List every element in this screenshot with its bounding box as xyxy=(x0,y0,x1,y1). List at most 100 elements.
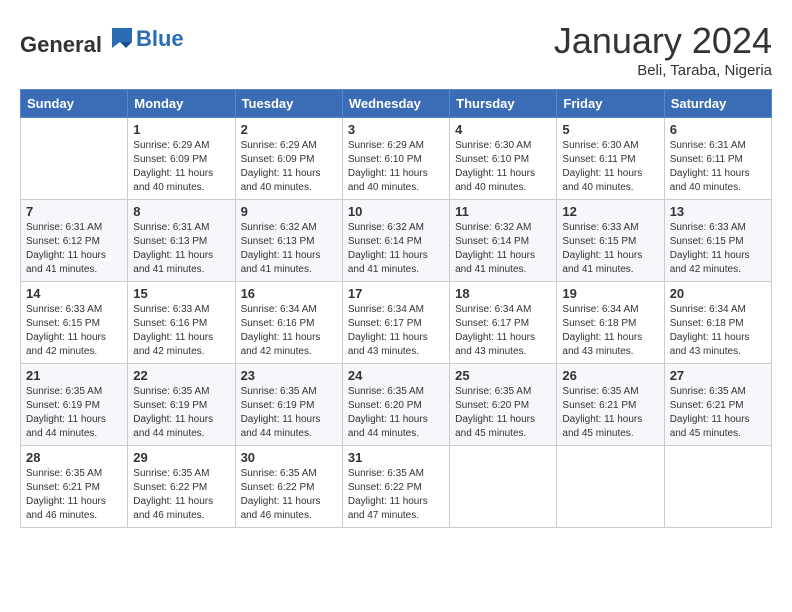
day-number: 10 xyxy=(348,204,444,219)
day-number: 26 xyxy=(562,368,658,383)
calendar-cell: 11 Sunrise: 6:32 AMSunset: 6:14 PMDayligh… xyxy=(450,200,557,282)
calendar-week-row: 28 Sunrise: 6:35 AMSunset: 6:21 PMDayligh… xyxy=(21,446,772,528)
logo: General Blue xyxy=(20,20,184,58)
calendar-cell: 22 Sunrise: 6:35 AMSunset: 6:19 PMDayligh… xyxy=(128,364,235,446)
day-info: Sunrise: 6:34 AMSunset: 6:17 PMDaylight:… xyxy=(455,303,551,359)
day-number: 14 xyxy=(26,286,122,301)
day-info: Sunrise: 6:29 AMSunset: 6:09 PMDaylight:… xyxy=(241,139,337,195)
calendar-cell: 31 Sunrise: 6:35 AMSunset: 6:22 PMDayligh… xyxy=(342,446,449,528)
calendar-week-row: 7 Sunrise: 6:31 AMSunset: 6:12 PMDaylight… xyxy=(21,200,772,282)
calendar-cell: 5 Sunrise: 6:30 AMSunset: 6:11 PMDaylight… xyxy=(557,118,664,200)
calendar-cell: 29Sunrise: 6:35 AMSunset: 6:22 PMDayligh… xyxy=(128,446,235,528)
day-number: 28 xyxy=(26,450,122,465)
day-number: 27 xyxy=(670,368,766,383)
day-number: 3 xyxy=(348,122,444,137)
calendar-cell: 15Sunrise: 6:33 AMSunset: 6:16 PMDayligh… xyxy=(128,282,235,364)
day-info: Sunrise: 6:30 AMSunset: 6:11 PMDaylight:… xyxy=(562,139,658,195)
day-info: Sunrise: 6:34 AMSunset: 6:16 PMDaylight:… xyxy=(241,303,337,359)
calendar-cell: 17 Sunrise: 6:34 AMSunset: 6:17 PMDayligh… xyxy=(342,282,449,364)
day-number: 8 xyxy=(133,204,229,219)
day-info: Sunrise: 6:31 AMSunset: 6:13 PMDaylight:… xyxy=(133,221,229,277)
day-number: 21 xyxy=(26,368,122,383)
calendar-cell: 18 Sunrise: 6:34 AMSunset: 6:17 PMDayligh… xyxy=(450,282,557,364)
calendar-cell xyxy=(557,446,664,528)
calendar-cell: 4 Sunrise: 6:30 AMSunset: 6:10 PMDaylight… xyxy=(450,118,557,200)
logo-general: General xyxy=(20,32,102,57)
day-info: Sunrise: 6:34 AMSunset: 6:17 PMDaylight:… xyxy=(348,303,444,359)
calendar-cell: 20 Sunrise: 6:34 AMSunset: 6:18 PMDayligh… xyxy=(664,282,771,364)
calendar-cell: 24Sunrise: 6:35 AMSunset: 6:20 PMDayligh… xyxy=(342,364,449,446)
day-info: Sunrise: 6:33 AMSunset: 6:15 PMDaylight:… xyxy=(562,221,658,277)
calendar-week-row: 14 Sunrise: 6:33 AMSunset: 6:15 PMDayligh… xyxy=(21,282,772,364)
day-number: 18 xyxy=(455,286,551,301)
calendar-cell xyxy=(450,446,557,528)
day-info: Sunrise: 6:35 AMSunset: 6:22 PMDaylight:… xyxy=(348,467,444,523)
day-info: Sunrise: 6:32 AMSunset: 6:14 PMDaylight:… xyxy=(455,221,551,277)
day-number: 20 xyxy=(670,286,766,301)
weekday-header-wednesday: Wednesday xyxy=(342,90,449,118)
calendar-cell: 28 Sunrise: 6:35 AMSunset: 6:21 PMDayligh… xyxy=(21,446,128,528)
day-info: Sunrise: 6:35 AMSunset: 6:22 PMDaylight:… xyxy=(133,467,229,523)
day-info: Sunrise: 6:35 AMSunset: 6:22 PMDaylight:… xyxy=(241,467,337,523)
day-number: 17 xyxy=(348,286,444,301)
day-number: 16 xyxy=(241,286,337,301)
day-info: Sunrise: 6:32 AMSunset: 6:13 PMDaylight:… xyxy=(241,221,337,277)
day-info: Sunrise: 6:35 AMSunset: 6:21 PMDaylight:… xyxy=(26,467,122,523)
calendar-cell: 16 Sunrise: 6:34 AMSunset: 6:16 PMDayligh… xyxy=(235,282,342,364)
day-number: 5 xyxy=(562,122,658,137)
day-info: Sunrise: 6:30 AMSunset: 6:10 PMDaylight:… xyxy=(455,139,551,195)
calendar-cell: 6 Sunrise: 6:31 AMSunset: 6:11 PMDaylight… xyxy=(664,118,771,200)
day-info: Sunrise: 6:31 AMSunset: 6:11 PMDaylight:… xyxy=(670,139,766,195)
day-number: 30 xyxy=(241,450,337,465)
calendar-cell: 3 Sunrise: 6:29 AMSunset: 6:10 PMDaylight… xyxy=(342,118,449,200)
day-info: Sunrise: 6:32 AMSunset: 6:14 PMDaylight:… xyxy=(348,221,444,277)
calendar-cell: 30 Sunrise: 6:35 AMSunset: 6:22 PMDayligh… xyxy=(235,446,342,528)
day-number: 25 xyxy=(455,368,551,383)
day-info: Sunrise: 6:35 AMSunset: 6:19 PMDaylight:… xyxy=(26,385,122,441)
calendar-week-row: 21 Sunrise: 6:35 AMSunset: 6:19 PMDayligh… xyxy=(21,364,772,446)
day-info: Sunrise: 6:33 AMSunset: 6:16 PMDaylight:… xyxy=(133,303,229,359)
day-number: 7 xyxy=(26,204,122,219)
day-info: Sunrise: 6:35 AMSunset: 6:19 PMDaylight:… xyxy=(133,385,229,441)
day-number: 1 xyxy=(133,122,229,137)
month-title: January 2024 xyxy=(554,20,772,62)
calendar-table: SundayMondayTuesdayWednesdayThursdayFrid… xyxy=(20,89,772,528)
calendar-cell: 10 Sunrise: 6:32 AMSunset: 6:14 PMDayligh… xyxy=(342,200,449,282)
weekday-header-row: SundayMondayTuesdayWednesdayThursdayFrid… xyxy=(21,90,772,118)
day-info: Sunrise: 6:29 AMSunset: 6:10 PMDaylight:… xyxy=(348,139,444,195)
day-info: Sunrise: 6:31 AMSunset: 6:12 PMDaylight:… xyxy=(26,221,122,277)
day-number: 13 xyxy=(670,204,766,219)
logo-icon xyxy=(104,20,136,52)
day-number: 22 xyxy=(133,368,229,383)
calendar-cell: 19Sunrise: 6:34 AMSunset: 6:18 PMDayligh… xyxy=(557,282,664,364)
day-number: 6 xyxy=(670,122,766,137)
day-number: 9 xyxy=(241,204,337,219)
calendar-cell: 27 Sunrise: 6:35 AMSunset: 6:21 PMDayligh… xyxy=(664,364,771,446)
day-info: Sunrise: 6:35 AMSunset: 6:20 PMDaylight:… xyxy=(348,385,444,441)
day-number: 12 xyxy=(562,204,658,219)
calendar-cell: 8 Sunrise: 6:31 AMSunset: 6:13 PMDaylight… xyxy=(128,200,235,282)
day-info: Sunrise: 6:35 AMSunset: 6:21 PMDaylight:… xyxy=(670,385,766,441)
logo-blue: Blue xyxy=(136,26,184,51)
day-info: Sunrise: 6:33 AMSunset: 6:15 PMDaylight:… xyxy=(26,303,122,359)
day-info: Sunrise: 6:34 AMSunset: 6:18 PMDaylight:… xyxy=(562,303,658,359)
day-info: Sunrise: 6:35 AMSunset: 6:21 PMDaylight:… xyxy=(562,385,658,441)
calendar-cell: 23Sunrise: 6:35 AMSunset: 6:19 PMDayligh… xyxy=(235,364,342,446)
calendar-cell: 26 Sunrise: 6:35 AMSunset: 6:21 PMDayligh… xyxy=(557,364,664,446)
weekday-header-friday: Friday xyxy=(557,90,664,118)
day-info: Sunrise: 6:34 AMSunset: 6:18 PMDaylight:… xyxy=(670,303,766,359)
weekday-header-saturday: Saturday xyxy=(664,90,771,118)
calendar-cell: 9 Sunrise: 6:32 AMSunset: 6:13 PMDaylight… xyxy=(235,200,342,282)
day-info: Sunrise: 6:29 AMSunset: 6:09 PMDaylight:… xyxy=(133,139,229,195)
weekday-header-tuesday: Tuesday xyxy=(235,90,342,118)
day-number: 11 xyxy=(455,204,551,219)
day-info: Sunrise: 6:35 AMSunset: 6:20 PMDaylight:… xyxy=(455,385,551,441)
calendar-cell: 14 Sunrise: 6:33 AMSunset: 6:15 PMDayligh… xyxy=(21,282,128,364)
weekday-header-sunday: Sunday xyxy=(21,90,128,118)
day-number: 31 xyxy=(348,450,444,465)
day-number: 2 xyxy=(241,122,337,137)
day-number: 4 xyxy=(455,122,551,137)
day-info: Sunrise: 6:33 AMSunset: 6:15 PMDaylight:… xyxy=(670,221,766,277)
calendar-cell: 13 Sunrise: 6:33 AMSunset: 6:15 PMDayligh… xyxy=(664,200,771,282)
weekday-header-thursday: Thursday xyxy=(450,90,557,118)
